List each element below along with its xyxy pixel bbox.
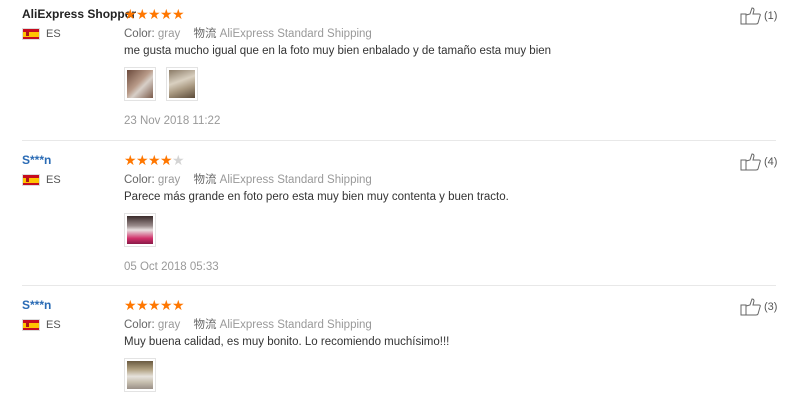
shipping-label: 物流	[193, 28, 217, 40]
country-code: ES	[46, 174, 61, 186]
star-icon: ★	[160, 6, 173, 22]
divider	[22, 285, 776, 286]
shipping-value: AliExpress Standard Shipping	[219, 28, 372, 40]
spain-flag-icon	[22, 174, 40, 186]
review-photo-thumbnail[interactable]	[124, 67, 156, 101]
color-label: Color:	[124, 174, 155, 186]
spain-flag-icon	[22, 28, 40, 40]
review-text: me gusta mucho igual que en la foto muy …	[124, 45, 552, 57]
reviewer-country: ES	[22, 319, 61, 331]
star-icon: ★	[124, 152, 137, 168]
reviewer-country: ES	[22, 28, 61, 40]
review-text: Muy buena calidad, es muy bonito. Lo rec…	[124, 336, 450, 348]
order-info: Color: gray 物流 AliExpress Standard Shipp…	[124, 171, 372, 187]
helpful-count: (1)	[764, 10, 778, 22]
helpful-button[interactable]: (4)	[740, 153, 777, 171]
star-icon: ★	[160, 297, 173, 313]
reviewer-name[interactable]: S***n	[22, 153, 51, 167]
color-value: gray	[157, 319, 181, 331]
color-label: Color:	[124, 28, 155, 40]
star-icon: ★	[160, 152, 173, 168]
review-date: 05 Oct 2018 05:33	[124, 261, 219, 273]
thumbs-up-icon	[740, 298, 761, 316]
thumbs-up-icon	[740, 153, 761, 171]
shipping-value: AliExpress Standard Shipping	[219, 174, 372, 186]
order-info: Color: gray 物流 AliExpress Standard Shipp…	[124, 316, 372, 332]
helpful-count: (4)	[764, 156, 778, 168]
review-text: Parece más grande en foto pero esta muy …	[124, 191, 509, 203]
color-label: Color:	[124, 319, 155, 331]
star-icon: ★	[136, 6, 149, 22]
shipping-label: 物流	[193, 319, 217, 331]
star-icon: ★	[172, 6, 185, 22]
star-icon: ★	[124, 6, 137, 22]
spain-flag-icon	[22, 319, 40, 331]
star-rating: ★ ★ ★ ★ ★	[124, 6, 185, 22]
shipping-label: 物流	[193, 174, 217, 186]
star-rating: ★ ★ ★ ★ ★	[124, 297, 185, 313]
reviewer-name: AliExpress Shopper	[22, 7, 137, 21]
review-photo-thumbnail[interactable]	[124, 358, 156, 392]
country-code: ES	[46, 28, 61, 40]
star-icon: ★	[136, 152, 149, 168]
helpful-button[interactable]: (1)	[740, 7, 777, 25]
review-photos	[124, 213, 166, 247]
star-icon: ★	[136, 297, 149, 313]
star-icon: ★	[148, 297, 161, 313]
star-empty-icon: ★	[172, 152, 185, 168]
star-icon: ★	[172, 297, 185, 313]
star-rating: ★ ★ ★ ★ ★	[124, 152, 185, 168]
review-date: 23 Nov 2018 11:22	[124, 115, 221, 127]
reviewer-name[interactable]: S***n	[22, 298, 51, 312]
star-icon: ★	[148, 152, 161, 168]
review-photo-thumbnail[interactable]	[124, 213, 156, 247]
order-info: Color: gray 物流 AliExpress Standard Shipp…	[124, 25, 372, 41]
review-photos	[124, 358, 166, 392]
color-value: gray	[157, 28, 181, 40]
thumbs-up-icon	[740, 7, 761, 25]
shipping-value: AliExpress Standard Shipping	[219, 319, 372, 331]
review-photo-thumbnail[interactable]	[166, 67, 198, 101]
reviewer-country: ES	[22, 174, 61, 186]
helpful-button[interactable]: (3)	[740, 298, 777, 316]
color-value: gray	[157, 174, 181, 186]
country-code: ES	[46, 319, 61, 331]
helpful-count: (3)	[764, 301, 778, 313]
star-icon: ★	[148, 6, 161, 22]
star-icon: ★	[124, 297, 137, 313]
review-photos	[124, 67, 208, 101]
divider	[22, 140, 776, 141]
